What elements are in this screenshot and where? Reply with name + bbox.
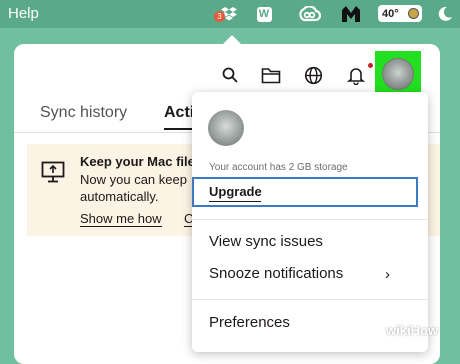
malwarebytes-icon xyxy=(342,6,360,22)
wp-menubar-icon[interactable]: W xyxy=(255,4,273,24)
dropdown-avatar xyxy=(208,110,244,146)
tab-sync-history[interactable]: Sync history xyxy=(40,104,127,122)
menu-bar: Help 3 W 40° xyxy=(0,0,460,28)
monitor-upload-icon xyxy=(41,161,65,183)
account-dropdown-menu: Your account has 2 GB storage Upgrade Vi… xyxy=(192,92,428,352)
account-avatar-button[interactable] xyxy=(375,51,421,97)
globe-icon xyxy=(304,66,322,84)
dropbox-badge: 3 xyxy=(214,11,225,22)
chevron-right-icon: › xyxy=(385,266,390,283)
malwarebytes-menubar-icon[interactable] xyxy=(338,4,364,24)
view-sync-issues-item[interactable]: View sync issues xyxy=(209,233,323,250)
show-me-how-link[interactable]: Show me how xyxy=(80,211,162,227)
storage-info: Your account has 2 GB storage xyxy=(209,162,348,173)
wikihow-watermark: wikiHow xyxy=(386,323,439,338)
notification-dot xyxy=(368,63,373,68)
bell-icon xyxy=(347,67,365,85)
dropbox-menubar-icon[interactable]: 3 xyxy=(214,4,240,24)
weather-temp: 40° xyxy=(382,7,399,20)
open-website-button[interactable] xyxy=(302,64,324,86)
menu-divider xyxy=(192,219,428,220)
tab-activity[interactable]: Acti xyxy=(164,104,194,122)
folder-icon xyxy=(261,67,281,83)
open-folder-button[interactable] xyxy=(260,64,282,86)
weather-widget[interactable]: 40° xyxy=(378,5,422,22)
search-button[interactable] xyxy=(219,64,241,86)
banner-title: Keep your Mac file xyxy=(80,154,195,169)
snooze-notifications-item[interactable]: Snooze notifications xyxy=(209,265,343,282)
moon-icon xyxy=(438,6,452,21)
creative-cloud-menubar-icon[interactable] xyxy=(296,4,322,24)
weather-sun-icon xyxy=(408,8,419,19)
search-icon xyxy=(222,67,238,83)
dark-mode-menubar-icon[interactable] xyxy=(435,4,455,24)
avatar xyxy=(382,58,414,90)
help-menu[interactable]: Help xyxy=(8,5,39,22)
creative-cloud-icon xyxy=(299,6,321,22)
notifications-button[interactable] xyxy=(345,64,367,86)
banner-body: Now you can keep automatically. xyxy=(80,172,187,204)
upgrade-button[interactable]: Upgrade xyxy=(209,184,262,199)
menu-divider xyxy=(192,299,428,300)
preferences-item[interactable]: Preferences xyxy=(209,314,290,331)
wp-icon: W xyxy=(256,6,272,22)
upgrade-underline xyxy=(209,201,261,202)
